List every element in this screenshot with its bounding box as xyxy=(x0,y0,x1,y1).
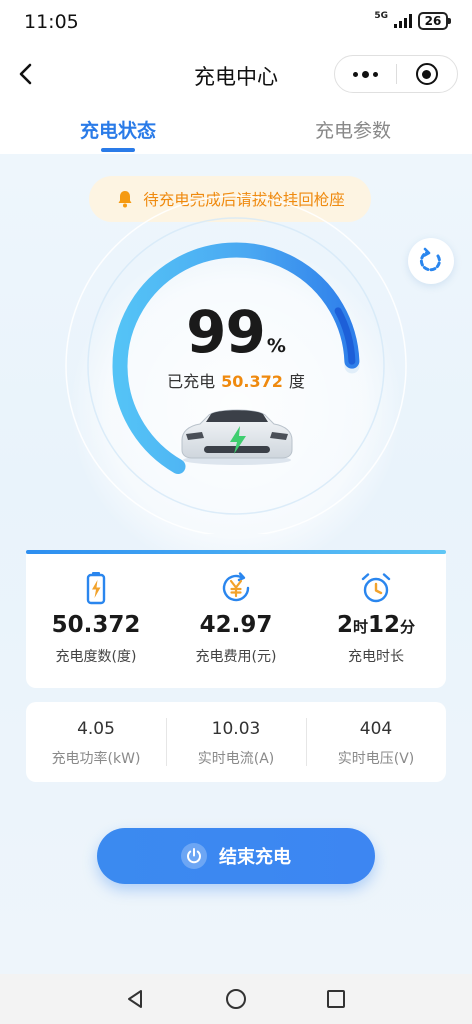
system-back-button[interactable] xyxy=(123,987,147,1011)
duration-label: 充电时长 xyxy=(348,649,404,665)
main-content: 待充电完成后请拔枪挂回枪座 99% 已充电 50.372 度 50.372 充电… xyxy=(0,154,472,974)
charged-value: 50.372 xyxy=(221,372,283,391)
energy-value: 50.372 xyxy=(51,612,141,638)
cost-label: 充电费用(元) xyxy=(195,649,277,665)
status-bar: 11:05 5G 26 xyxy=(0,0,472,44)
miniprogram-capsule xyxy=(334,55,458,93)
percent-value: 99 xyxy=(186,298,266,366)
stats-card: 50.372 充电度数(度) 42.97 充电费用(元) 2时12分 充电时长 xyxy=(26,554,446,688)
charged-prefix: 已充电 xyxy=(167,372,216,391)
charged-unit: 度 xyxy=(288,372,305,391)
battery-icon: 26 xyxy=(418,12,451,30)
metric-voltage: 404 实时电压(V) xyxy=(306,702,446,782)
tab-underline xyxy=(101,148,135,152)
system-nav-bar xyxy=(0,974,472,1024)
triangle-back-icon xyxy=(128,990,142,1008)
metric-current: 10.03 实时电流(A) xyxy=(166,702,306,782)
current-value: 10.03 xyxy=(211,719,261,739)
stat-duration: 2时12分 充电时长 xyxy=(306,554,446,688)
metrics-card: 4.05 充电功率(kW) 10.03 实时电流(A) 404 实时电压(V) xyxy=(26,702,446,782)
stat-energy: 50.372 充电度数(度) xyxy=(26,554,166,688)
cost-value: 42.97 xyxy=(199,612,273,638)
end-charging-label: 结束充电 xyxy=(219,847,291,868)
system-home-button[interactable] xyxy=(224,987,248,1011)
stat-cost: 42.97 充电费用(元) xyxy=(166,554,306,688)
duration-minutes-unit: 分 xyxy=(400,618,416,636)
tab-charging-status[interactable]: 充电状态 xyxy=(80,116,156,143)
power-value: 4.05 xyxy=(77,719,115,739)
duration-hours: 2 xyxy=(336,612,353,638)
charge-percent: 99% xyxy=(0,298,472,366)
energy-label: 充电度数(度) xyxy=(55,649,137,665)
alarm-clock-icon xyxy=(361,573,391,603)
more-dots-icon xyxy=(353,70,378,78)
system-recents-button[interactable] xyxy=(324,987,348,1011)
network-type: 5G xyxy=(374,11,388,21)
voltage-label: 实时电压(V) xyxy=(337,751,415,767)
battery-level: 26 xyxy=(424,14,442,28)
square-recents-icon xyxy=(327,990,345,1008)
circle-home-icon xyxy=(226,989,246,1009)
charged-amount: 已充电 50.372 度 xyxy=(0,368,472,392)
duration-hours-unit: 时 xyxy=(352,618,368,636)
metric-power: 4.05 充电功率(kW) xyxy=(26,702,166,782)
current-label: 实时电流(A) xyxy=(197,751,275,767)
tab-charging-params[interactable]: 充电参数 xyxy=(315,116,391,143)
voltage-value: 404 xyxy=(359,719,393,739)
charging-center-page: 11:05 5G 26 充电中心 充电状态 充电参数 待充电完成后请拔枪挂回枪座… xyxy=(0,0,472,1024)
duration-value: 2时12分 xyxy=(306,612,446,638)
close-miniprogram-button[interactable] xyxy=(397,56,457,92)
target-icon xyxy=(415,63,438,85)
signal-icon xyxy=(394,14,412,28)
power-icon xyxy=(181,843,207,869)
car-icon xyxy=(181,409,293,465)
status-indicators: 5G 26 xyxy=(374,11,451,30)
more-button[interactable] xyxy=(335,56,396,92)
status-time: 11:05 xyxy=(24,11,79,33)
gauge-inner-ring xyxy=(87,217,385,515)
tab-bar: 充电状态 充电参数 xyxy=(0,104,472,154)
percent-sign: % xyxy=(266,335,286,357)
battery-bolt-icon xyxy=(86,572,106,605)
duration-minutes: 12 xyxy=(368,612,401,638)
nav-bar: 充电中心 xyxy=(0,44,472,104)
yen-refresh-icon xyxy=(222,572,250,602)
power-label: 充电功率(kW) xyxy=(51,751,141,767)
end-charging-button[interactable]: 结束充电 xyxy=(97,828,375,884)
